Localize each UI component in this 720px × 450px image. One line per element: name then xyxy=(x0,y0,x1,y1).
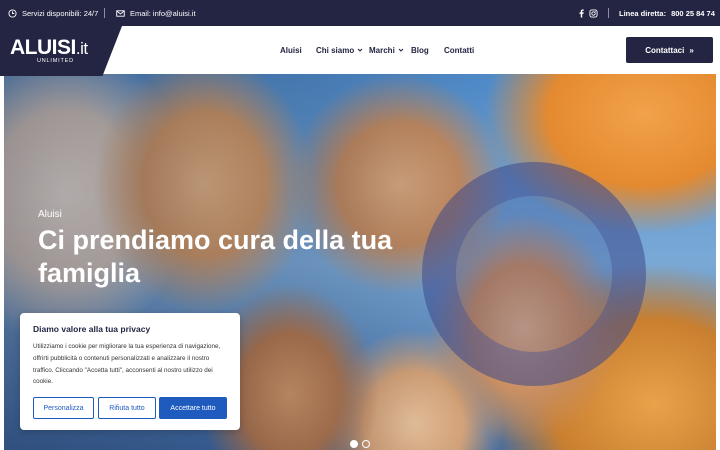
email-link[interactable]: Email: info@aluisi.it xyxy=(116,0,196,26)
instagram-link[interactable] xyxy=(589,0,598,26)
mail-icon xyxy=(116,9,125,17)
cookie-consent-banner: Diamo valore alla tua privacy Utilizziam… xyxy=(20,313,240,430)
topbar-divider xyxy=(608,8,609,18)
facebook-link[interactable] xyxy=(577,0,586,26)
nav-item-aluisi[interactable]: Aluisi xyxy=(280,26,302,74)
logo-tagline: UNLIMITED xyxy=(37,58,74,64)
nav-label: Contatti xyxy=(444,45,475,55)
slider-pagination xyxy=(350,440,370,448)
accept-all-button[interactable]: Accettare tutto xyxy=(159,397,227,419)
double-chevron-right-icon: » xyxy=(689,45,694,55)
slider-dot-active[interactable] xyxy=(350,440,358,448)
reject-all-button[interactable]: Rifiuta tutto xyxy=(98,397,156,419)
customize-button[interactable]: Personalizza xyxy=(33,397,94,419)
availability-info: Servizi disponibili: 24/7 xyxy=(8,0,98,26)
logo-wordmark: ALUISI.it xyxy=(10,36,88,60)
hero-kicker: Aluisi xyxy=(38,209,62,220)
nav-item-chi-siamo[interactable]: Chi siamo xyxy=(316,26,363,74)
slider-dot[interactable] xyxy=(362,440,370,448)
cta-label: Contattaci xyxy=(645,45,685,55)
hotline-label: Linea diretta: xyxy=(619,8,667,18)
nav-label: Aluisi xyxy=(280,45,302,55)
site-header: ALUISI.it UNLIMITED Aluisi Chi siamo Mar… xyxy=(0,26,720,76)
availability-text: Servizi disponibili: 24/7 xyxy=(22,8,99,18)
nav-label: Marchi xyxy=(369,45,395,55)
decorative-ring xyxy=(422,162,646,386)
cookie-title: Diamo valore alla tua privacy xyxy=(33,324,151,334)
hotline[interactable]: Linea diretta: 800 25 84 74 xyxy=(619,0,715,26)
hotline-number: 800 25 84 74 xyxy=(671,8,715,18)
logo-main-text: ALUISI xyxy=(10,36,76,59)
nav-item-marchi[interactable]: Marchi xyxy=(369,26,404,74)
cookie-description: Utilizziamo i cookie per migliorare la t… xyxy=(33,343,221,386)
clock-icon xyxy=(8,8,17,18)
instagram-icon xyxy=(589,8,598,18)
nav-label: Blog xyxy=(411,45,429,55)
logo-tld: .it xyxy=(75,39,88,58)
chevron-down-icon xyxy=(357,48,363,52)
chevron-down-icon xyxy=(398,48,404,52)
facebook-icon xyxy=(579,8,584,18)
topbar-divider xyxy=(104,8,105,18)
nav-label: Chi siamo xyxy=(316,45,355,55)
nav-item-contatti[interactable]: Contatti xyxy=(444,26,474,74)
logo[interactable]: ALUISI.it UNLIMITED xyxy=(0,26,122,76)
hero-title: Ci prendiamo cura della tua famiglia xyxy=(38,225,393,288)
top-bar: Servizi disponibili: 24/7 Email: info@al… xyxy=(0,0,720,26)
email-text: Email: info@aluisi.it xyxy=(130,8,196,18)
nav-item-blog[interactable]: Blog xyxy=(411,26,429,74)
contattaci-button[interactable]: Contattaci » xyxy=(626,37,713,63)
